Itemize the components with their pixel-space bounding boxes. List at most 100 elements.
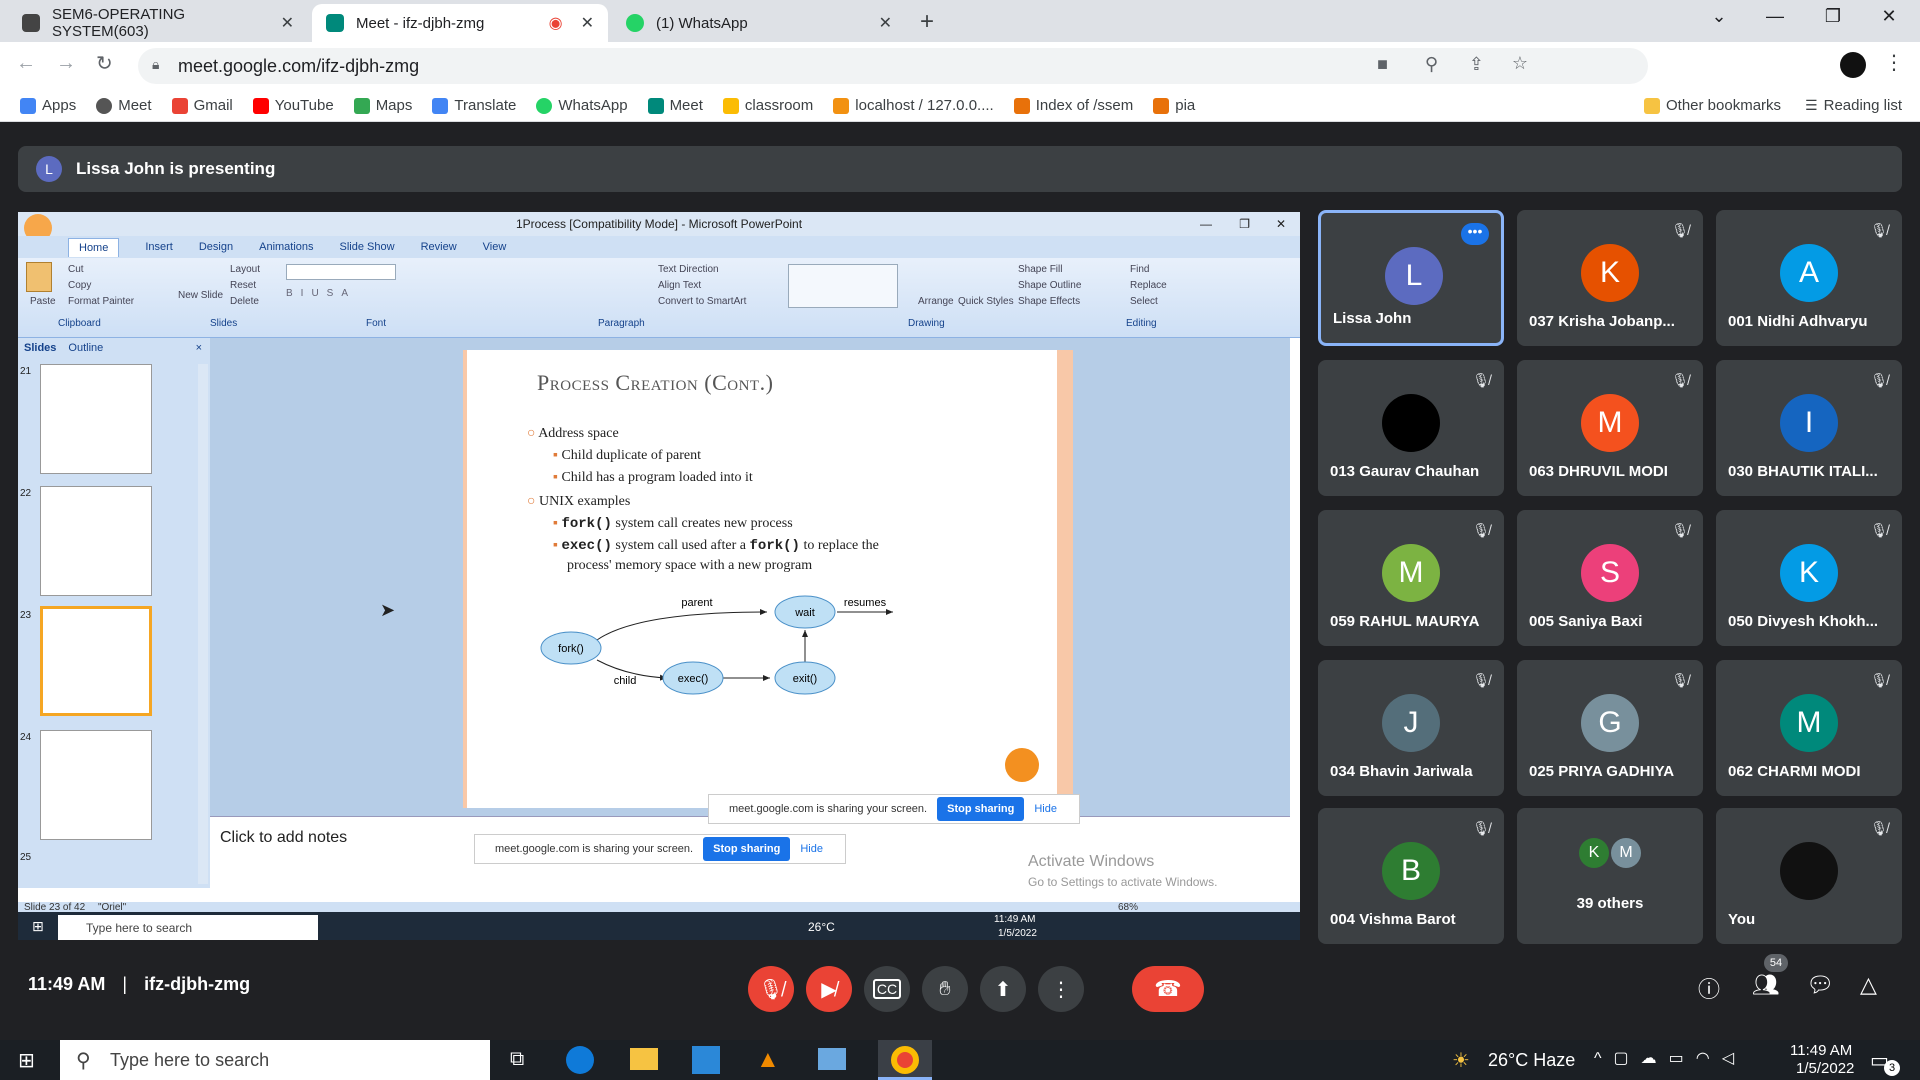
hide-button[interactable]: Hide [800, 843, 823, 855]
mic-toggle-button[interactable]: 🎙︎̸ [748, 966, 794, 1012]
layout-button[interactable]: Layout [230, 264, 260, 275]
bookmark-classroom[interactable]: classroom [722, 97, 813, 114]
participant-tile[interactable]: M 🎙︎̸ 059 RAHUL MAURYA [1318, 510, 1504, 646]
taskbar-search[interactable]: ⚲ Type here to search [60, 1040, 490, 1080]
bookmark-youtube[interactable]: YouTube [252, 97, 334, 114]
bookmark-translate[interactable]: Translate [432, 97, 516, 114]
ribbon-tab-slideshow[interactable]: Slide Show [340, 241, 395, 253]
participant-tile[interactable]: B 🎙︎̸ 004 Vishma Barot [1318, 808, 1504, 944]
clock-time[interactable]: 11:49 AM [1790, 1042, 1852, 1059]
replace-button[interactable]: Replace [1130, 280, 1167, 291]
smartart-button[interactable]: Convert to SmartArt [658, 296, 746, 307]
address-bar[interactable]: 🔒︎ meet.google.com/ifz-djbh-zmg ■ ⚲ ⇪ ☆ [138, 48, 1648, 84]
zoom-icon[interactable]: ⚲ [1425, 54, 1438, 75]
participant-tile[interactable]: A 🎙︎̸ 001 Nidhi Adhvaryu [1716, 210, 1902, 346]
find-button[interactable]: Find [1130, 264, 1149, 275]
info-icon[interactable]: ⓘ [1698, 972, 1720, 1004]
chat-icon[interactable]: 💬︎ [1806, 972, 1834, 998]
shape-outline-button[interactable]: Shape Outline [1018, 280, 1081, 291]
bookmark-meet[interactable]: Meet [96, 97, 152, 114]
profile-avatar[interactable] [1840, 52, 1866, 78]
tab-meet[interactable]: Meet - ifz-djbh-zmg ◉ ✕ [312, 4, 608, 42]
bookmark-gmail[interactable]: Gmail [171, 97, 233, 114]
ribbon-tab-home[interactable]: Home [68, 237, 120, 257]
ribbon-tab-review[interactable]: Review [421, 241, 457, 253]
forward-icon[interactable]: → [56, 52, 76, 75]
reading-list[interactable]: ☰ Reading list [1805, 97, 1902, 114]
vlc-icon[interactable]: ▲ [756, 1046, 780, 1074]
participant-tile[interactable]: L ••• Lissa John [1318, 210, 1504, 346]
windows-start-icon[interactable]: ⊞ [18, 1048, 35, 1073]
task-view-icon[interactable]: ⧉ [510, 1048, 524, 1071]
ribbon-tab-view[interactable]: View [483, 241, 507, 253]
stop-sharing-button-inner[interactable]: Stop sharing [937, 797, 1025, 821]
participant-tile[interactable]: S 🎙︎̸ 005 Saniya Baxi [1517, 510, 1703, 646]
hide-button-inner[interactable]: Hide [1034, 803, 1057, 815]
star-icon[interactable]: ☆ [1512, 53, 1528, 74]
other-bookmarks[interactable]: Other bookmarks [1644, 97, 1781, 114]
slide-thumbnail-selected[interactable] [40, 606, 152, 716]
chrome-taskbar-button[interactable] [878, 1040, 932, 1080]
menu-icon[interactable]: ⋮ [1884, 50, 1904, 75]
close-window-button[interactable]: ✕ [1866, 6, 1912, 27]
ppt-close[interactable]: ✕ [1276, 212, 1286, 236]
reload-icon[interactable]: ↻ [96, 51, 113, 76]
system-tray-icons[interactable]: ^▢☁▭◠◁ [1594, 1048, 1746, 1068]
file-explorer-icon[interactable] [630, 1048, 658, 1070]
new-tab-button[interactable]: + [920, 8, 934, 36]
others-tile[interactable]: K M 39 others [1517, 808, 1703, 944]
bookmark-apps[interactable]: Apps [20, 97, 76, 114]
ribbon-tab-animations[interactable]: Animations [259, 241, 313, 253]
bookmark-maps[interactable]: Maps [353, 97, 412, 114]
tab-slides[interactable]: Slides [24, 342, 56, 354]
tab-search-button[interactable]: ⌄ [1696, 6, 1742, 27]
captions-button[interactable]: CC [864, 966, 910, 1012]
shape-effects-button[interactable]: Shape Effects [1018, 296, 1080, 307]
ribbon-tab-design[interactable]: Design [199, 241, 233, 253]
people-icon[interactable]: 👥︎ [1752, 972, 1780, 998]
align-text-button[interactable]: Align Text [658, 280, 701, 291]
activities-icon[interactable]: △ [1860, 972, 1877, 998]
clock-date[interactable]: 1/5/2022 [1796, 1060, 1854, 1077]
new-slide-button[interactable]: New Slide [178, 290, 223, 301]
camera-icon[interactable]: ■ [1377, 54, 1388, 75]
pane-scrollbar[interactable] [198, 364, 208, 884]
ppt-restore[interactable]: ❐ [1239, 212, 1250, 236]
close-pane-icon[interactable]: × [196, 342, 202, 354]
select-button[interactable]: Select [1130, 296, 1158, 307]
text-direction-button[interactable]: Text Direction [658, 264, 719, 275]
store-icon[interactable] [692, 1046, 720, 1074]
participant-tile[interactable]: M 🎙︎̸ 063 DHRUVIL MODI [1517, 360, 1703, 496]
edge-icon[interactable] [566, 1046, 594, 1074]
cut-button[interactable]: Cut [68, 264, 84, 275]
participant-tile[interactable]: I 🎙︎̸ 030 BHAUTIK ITALI... [1716, 360, 1902, 496]
bookmark-whatsapp[interactable]: WhatsApp [536, 97, 628, 114]
more-options-icon[interactable]: ••• [1461, 223, 1489, 245]
close-icon[interactable]: ✕ [879, 13, 892, 33]
slide-thumbnail[interactable] [40, 364, 152, 474]
bookmark-localhost[interactable]: localhost / 127.0.0.... [833, 97, 994, 114]
maximize-button[interactable]: ❐ [1810, 6, 1856, 27]
close-icon[interactable]: ✕ [581, 13, 594, 33]
arrange-button[interactable]: Arrange [918, 296, 954, 307]
paste-label[interactable]: Paste [30, 296, 56, 307]
camera-toggle-button[interactable]: ▶︎̸ [806, 966, 852, 1012]
font-name-field[interactable] [286, 264, 396, 280]
bookmark-meet-2[interactable]: Meet [647, 97, 703, 114]
minimize-button[interactable]: — [1752, 6, 1798, 27]
participant-tile[interactable]: K 🎙︎̸ 050 Divyesh Khokh... [1716, 510, 1902, 646]
tab-os-class[interactable]: SEM6-OPERATING SYSTEM(603) ✕ [8, 4, 308, 42]
present-button[interactable]: ⬆ [980, 966, 1026, 1012]
participant-tile[interactable]: M 🎙︎̸ 062 CHARMI MODI [1716, 660, 1902, 796]
slide-thumbnail[interactable] [40, 730, 152, 840]
paste-icon[interactable] [26, 262, 52, 292]
share-icon[interactable]: ⇪ [1469, 54, 1484, 75]
app-icon[interactable] [818, 1048, 846, 1070]
more-options-button[interactable]: ⋮ [1038, 966, 1084, 1012]
self-tile[interactable]: 🎙︎̸ You [1716, 808, 1902, 944]
ribbon-tab-insert[interactable]: Insert [145, 241, 173, 253]
reset-button[interactable]: Reset [230, 280, 256, 291]
delete-button[interactable]: Delete [230, 296, 259, 307]
end-call-button[interactable]: ☎ [1132, 966, 1204, 1012]
tab-whatsapp[interactable]: (1) WhatsApp ✕ [612, 4, 906, 42]
